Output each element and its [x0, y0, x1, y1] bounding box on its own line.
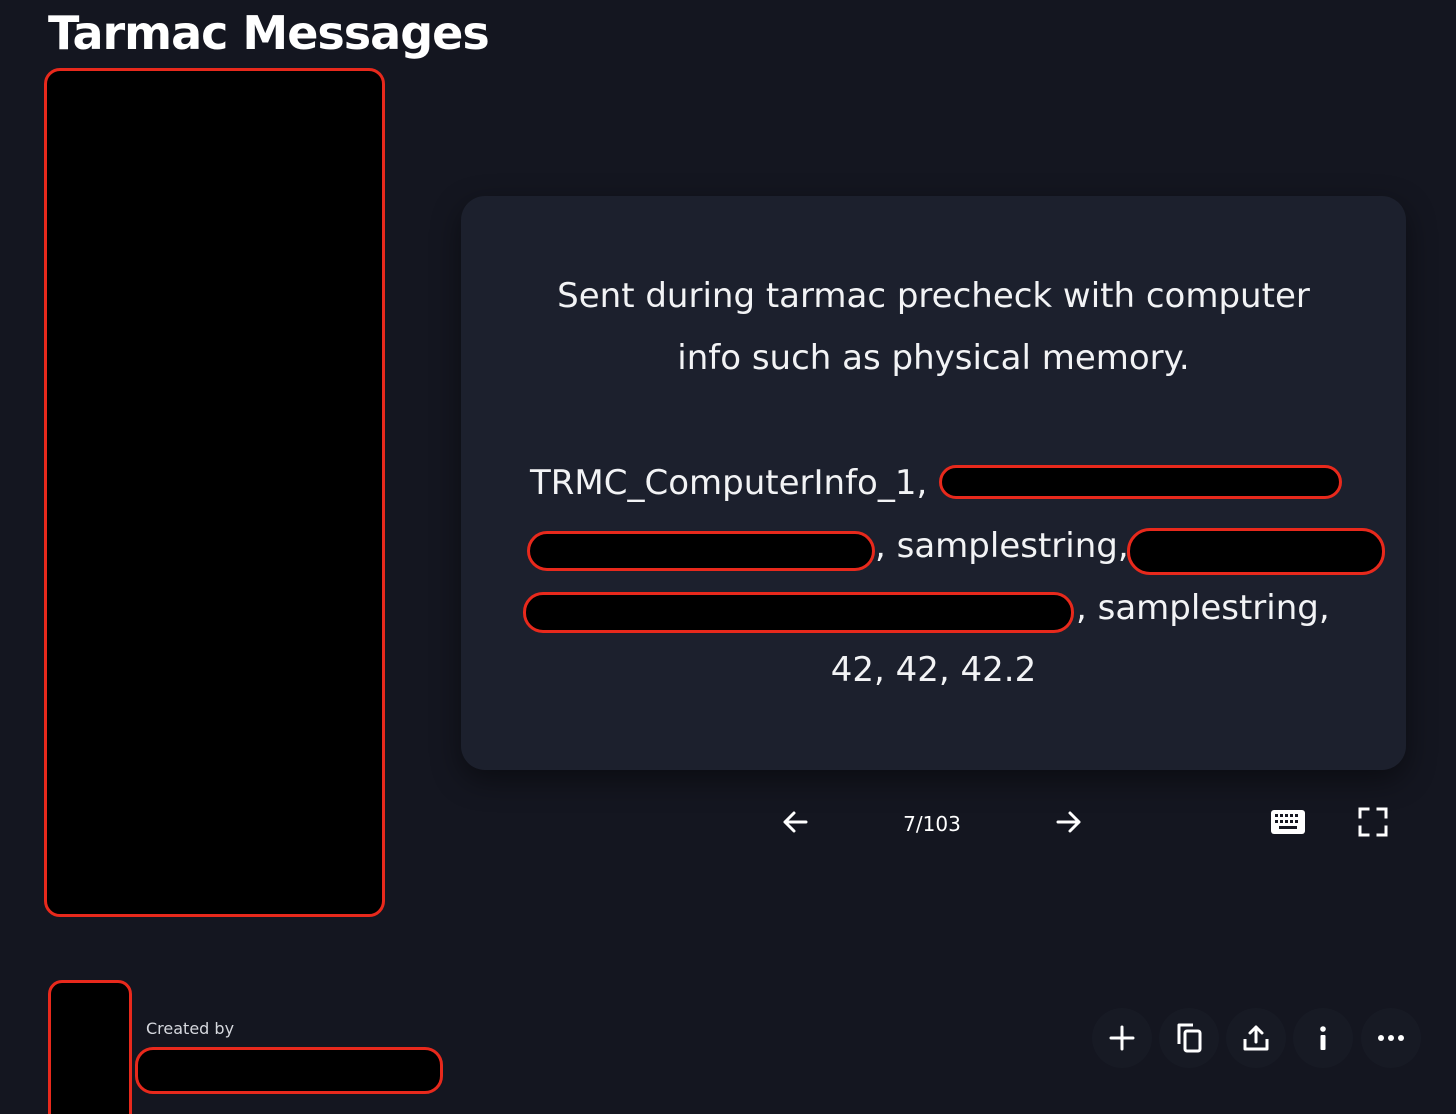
fullscreen-icon [1358, 807, 1388, 837]
share-button[interactable] [1226, 1008, 1286, 1068]
arrow-left-icon [783, 811, 808, 833]
card-params-prefix: TRMC_ComputerInfo_1, [530, 463, 928, 503]
plus-icon [1109, 1025, 1135, 1051]
keyboard-shortcuts-button[interactable] [1266, 800, 1310, 844]
redacted-sidebar-panel [44, 68, 385, 917]
redacted-param-1 [939, 465, 1342, 499]
redacted-creator-name [135, 1047, 443, 1094]
redacted-creator-avatar [48, 980, 132, 1114]
info-button[interactable] [1293, 1008, 1353, 1068]
card-description-line-2: info such as physical memory. [677, 338, 1190, 378]
more-options-button[interactable] [1361, 1008, 1421, 1068]
page-title: Tarmac Messages [48, 6, 490, 60]
redacted-param-3 [1127, 528, 1385, 575]
share-icon [1243, 1025, 1269, 1051]
card-params-suffix: , samplestring, [1076, 588, 1330, 628]
more-icon [1378, 1035, 1404, 1041]
copy-button[interactable] [1159, 1008, 1219, 1068]
copy-icon [1177, 1023, 1202, 1053]
created-by-label: Created by [146, 1019, 235, 1038]
info-icon [1320, 1026, 1326, 1050]
add-button[interactable] [1092, 1008, 1152, 1068]
arrow-right-icon [1056, 811, 1081, 833]
page: Tarmac Messages Sent during tarmac prech… [0, 0, 1456, 1114]
card-description-line-1: Sent during tarmac precheck with compute… [557, 276, 1310, 316]
redacted-param-2 [527, 531, 875, 571]
redacted-param-4 [523, 592, 1074, 633]
card-counter: 7/103 [903, 812, 961, 836]
next-card-button[interactable] [1047, 800, 1091, 844]
keyboard-icon [1271, 810, 1305, 834]
card-params-numbers: 42, 42, 42.2 [830, 650, 1037, 690]
fullscreen-button[interactable] [1351, 800, 1395, 844]
card-params-middle: , samplestring, [875, 526, 1129, 566]
previous-card-button[interactable] [773, 800, 817, 844]
